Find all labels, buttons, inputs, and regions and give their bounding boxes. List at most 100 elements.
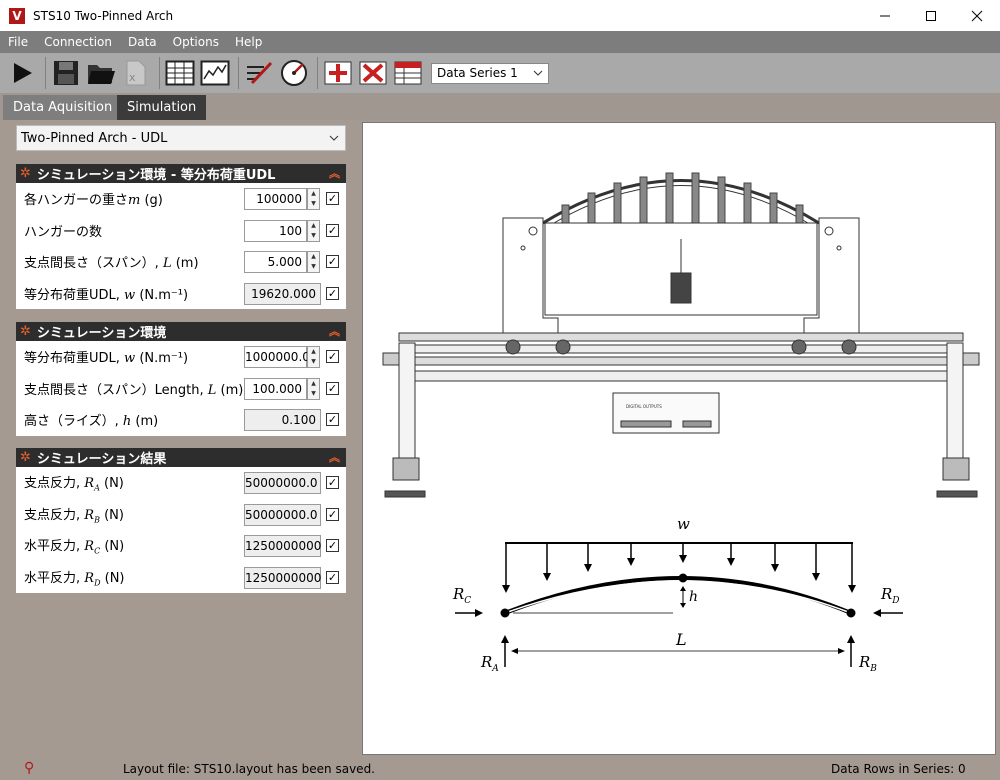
svg-text:x: x: [129, 71, 136, 84]
udl-symbol: w: [677, 515, 690, 533]
gauge-icon: [281, 60, 307, 86]
menu-bar: File Connection Data Options Help: [0, 31, 1000, 53]
minimize-button[interactable]: [862, 0, 908, 31]
hanger-mass-stepper[interactable]: ▲ ▼: [307, 188, 320, 210]
length-checkbox[interactable]: ✓: [326, 381, 339, 395]
span-stepper[interactable]: ▲ ▼: [307, 251, 320, 273]
calibrate-button[interactable]: [278, 57, 310, 89]
excel-file-icon: x: [126, 60, 146, 86]
maximize-icon: [926, 10, 936, 21]
udl-checkbox[interactable]: ✓: [326, 286, 339, 300]
span-checkbox[interactable]: ✓: [326, 255, 339, 268]
collapse-icon[interactable]: ︽: [329, 449, 340, 465]
section-title: シミュレーション結果: [36, 452, 167, 467]
open-button[interactable]: [85, 57, 117, 89]
span-symbol: L: [675, 630, 687, 649]
save-icon: [54, 61, 78, 85]
zero-button[interactable]: [243, 57, 275, 89]
simulation-results-section: ✲ シミュレーション結果 ︽ 支点反力, RA (N) 50000000.0 ✓…: [16, 448, 346, 593]
section-title: シミュレーション環境: [36, 326, 167, 341]
reaction-c-row: 水平反力, RC (N) 1250000000 ✓: [16, 530, 346, 562]
section-header[interactable]: ✲ シミュレーション結果 ︽: [16, 448, 346, 467]
span-row: 支点間長さ（スパン）, L (m) 5.000 ▲ ▼ ✓: [16, 246, 346, 278]
tab-data-acquisition[interactable]: Data Aquisition: [3, 95, 123, 120]
save-button[interactable]: [50, 57, 82, 89]
hanger-count-stepper[interactable]: ▲ ▼: [307, 219, 320, 242]
table-view-button[interactable]: [164, 57, 196, 89]
toolbar-divider: [159, 57, 160, 89]
udl-input-checkbox[interactable]: ✓: [326, 350, 339, 363]
section-header[interactable]: ✲ シミュレーション環境 - 等分布荷重UDL ︽: [16, 164, 346, 183]
rise-value: 0.100: [244, 409, 321, 431]
tab-bar: Data Aquisition Simulation: [0, 93, 1000, 120]
reaction-d-checkbox[interactable]: ✓: [326, 570, 339, 584]
export-button[interactable]: x: [120, 57, 152, 89]
reaction-c-symbol: RC: [452, 585, 471, 606]
section-title: シミュレーション環境 - 等分布荷重UDL: [36, 168, 276, 183]
graph-view-button[interactable]: [199, 57, 231, 89]
close-icon: [971, 10, 983, 21]
gear-icon: ✲: [20, 166, 31, 181]
toolbar-divider: [238, 57, 239, 89]
series-dropdown[interactable]: Data Series 1: [431, 62, 549, 84]
model-dropdown[interactable]: Two-Pinned Arch - UDL: [16, 125, 346, 151]
udl-stepper[interactable]: ▲ ▼: [307, 346, 320, 368]
collapse-icon[interactable]: ︽: [329, 323, 340, 339]
minimize-icon: [880, 15, 890, 16]
length-row: 支点間長さ（スパン）Length, L (m) 100.000 ▲ ▼ ✓: [16, 373, 346, 405]
gear-icon: ✲: [20, 450, 31, 465]
app-logo-icon: V: [9, 7, 25, 24]
reaction-a-checkbox[interactable]: ✓: [326, 476, 339, 489]
span-input[interactable]: 5.000: [244, 251, 307, 273]
hanger-mass-row: 各ハンガーの重さm (g) 100000 ▲ ▼ ✓: [16, 183, 346, 215]
section-header[interactable]: ✲ シミュレーション環境 ︽: [16, 322, 346, 341]
add-row-icon: [324, 61, 352, 85]
digital-outputs-label: DIGITAL OUTPUTS: [626, 404, 662, 409]
arch-diagram: DIGITAL OUTPUTS w h L RC RD RA RB: [382, 172, 980, 674]
reaction-c-checkbox[interactable]: ✓: [326, 539, 339, 552]
apparatus-illustration: [382, 172, 980, 498]
window-title: STS10 Two-Pinned Arch: [33, 8, 174, 23]
title-bar: V STS10 Two-Pinned Arch: [0, 0, 1000, 31]
menu-connection[interactable]: Connection: [44, 35, 112, 49]
maximize-button[interactable]: [908, 0, 954, 31]
status-bar: ⚲ Layout file: STS10.layout has been sav…: [0, 757, 1000, 780]
hanger-count-input[interactable]: 100: [244, 219, 307, 242]
reaction-c-value: 1250000000: [244, 535, 321, 557]
gear-icon: ✲: [20, 324, 31, 339]
reaction-b-value: 50000000.0: [244, 503, 321, 526]
menu-options[interactable]: Options: [173, 35, 219, 49]
menu-data[interactable]: Data: [128, 35, 157, 49]
length-stepper[interactable]: ▲ ▼: [307, 377, 320, 400]
menu-file[interactable]: File: [8, 35, 28, 49]
clear-table-button[interactable]: [392, 57, 424, 89]
model-dropdown-value: Two-Pinned Arch - UDL: [21, 130, 168, 146]
run-button[interactable]: [6, 57, 38, 89]
rise-symbol: h: [689, 589, 698, 605]
close-button[interactable]: [954, 0, 1000, 31]
hanger-count-row: ハンガーの数 100 ▲ ▼ ✓: [16, 215, 346, 247]
menu-help[interactable]: Help: [235, 35, 262, 49]
hanger-mass-checkbox[interactable]: ✓: [326, 192, 339, 205]
folder-open-icon: [88, 65, 115, 84]
hanger-count-checkbox[interactable]: ✓: [326, 223, 339, 237]
collapse-icon[interactable]: ︽: [329, 165, 340, 181]
reaction-b-symbol: RB: [858, 653, 877, 674]
reaction-d-row: 水平反力, RD (N) 1250000000 ✓: [16, 562, 346, 594]
tab-simulation[interactable]: Simulation: [117, 95, 207, 120]
hanger-mass-input[interactable]: 100000: [244, 188, 307, 210]
row-count: Data Rows in Series: 0: [831, 762, 966, 776]
series-dropdown-value: Data Series 1: [437, 66, 518, 80]
rise-checkbox[interactable]: ✓: [326, 413, 339, 426]
add-row-button[interactable]: [322, 57, 354, 89]
length-input[interactable]: 100.000: [244, 377, 307, 400]
diagram-frame: DIGITAL OUTPUTS w h L RC RD RA RB: [362, 122, 996, 755]
udl-value: 19620.000: [244, 282, 321, 305]
delete-row-button[interactable]: [357, 57, 389, 89]
udl-input[interactable]: 1000000.0: [244, 346, 310, 368]
reaction-b-row: 支点反力, RB (N) 50000000.0 ✓: [16, 499, 346, 531]
reaction-b-checkbox[interactable]: ✓: [326, 507, 339, 521]
reaction-d-value: 1250000000: [244, 566, 321, 589]
clear-table-icon: [394, 61, 422, 85]
simulation-environment-section: ✲ シミュレーション環境 ︽ 等分布荷重UDL, w (N.m⁻¹) 10000…: [16, 322, 346, 436]
